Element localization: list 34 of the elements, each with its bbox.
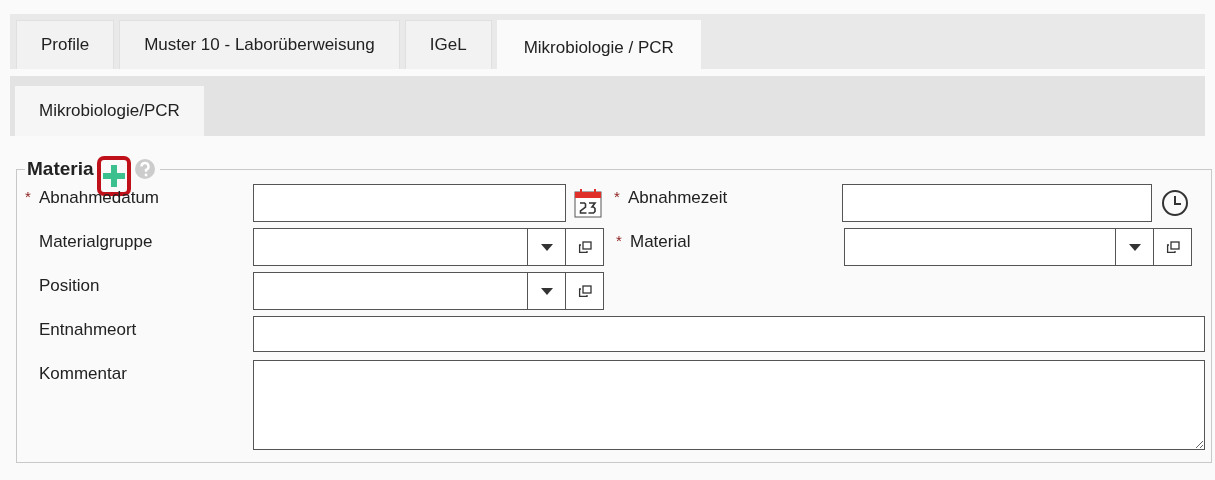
plus-icon [102,165,125,187]
dropdown[interactable] [844,228,1154,266]
calendar-icon[interactable] [574,188,602,218]
popup-button[interactable] [566,272,604,310]
caret-icon [540,243,553,251]
input-field[interactable] [253,316,1205,352]
field-label: Abnahmedatum [39,188,160,208]
field-label: Abnahmezeit [628,188,728,208]
caret-icon [1128,243,1141,251]
caret-icon [540,287,553,295]
required-mark: * [614,188,621,207]
popup-icon [577,284,592,298]
dropdown[interactable] [253,228,566,266]
field-label: Materialgruppe [39,232,153,252]
dropdown[interactable] [253,272,566,310]
popup-icon [1165,240,1180,254]
time-field[interactable] [842,184,1152,222]
field-label: Kommentar [39,364,127,384]
field-label: Entnahmeort [39,320,137,340]
date-field[interactable] [253,184,566,222]
popup-button[interactable] [1154,228,1192,266]
required-mark: * [25,188,32,207]
required-mark: * [616,232,623,251]
tab[interactable]: IGeL [404,20,492,69]
tab[interactable]: Profile [16,20,115,69]
field-label: Position [39,276,100,296]
popup-icon [577,240,592,254]
popup-button[interactable] [566,228,604,266]
tab[interactable]: Mikrobiologie/PCR [15,86,204,136]
section-title: Materia [27,158,94,180]
field-label: Material [630,232,691,252]
tab[interactable]: Muster 10 - Laborüberweisung [119,20,400,69]
clock-icon[interactable] [1161,189,1189,217]
comment-field[interactable] [253,360,1205,450]
